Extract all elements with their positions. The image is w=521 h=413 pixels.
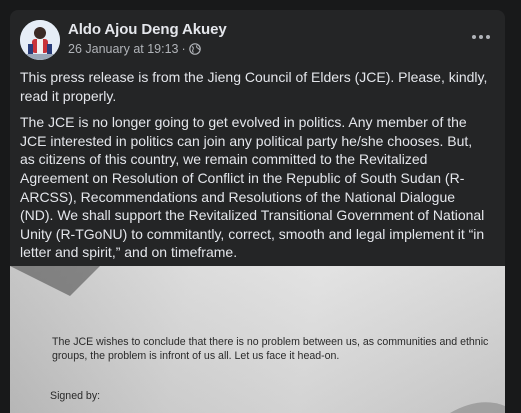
globe-icon (188, 43, 201, 55)
ellipsis-icon (472, 35, 490, 39)
more-options-button[interactable] (467, 26, 495, 48)
post-paragraph: The JCE is no longer going to get evolve… (20, 114, 485, 261)
document-signed-by: Signed by: (50, 390, 101, 402)
post-photo[interactable]: The JCE wishes to conclude that there is… (10, 266, 505, 413)
avatar[interactable] (20, 20, 60, 60)
post-text: This press release is from the Jieng Cou… (20, 68, 490, 270)
meta-separator: · (181, 42, 186, 56)
post-timestamp[interactable]: 26 January at 19:13 (68, 42, 179, 56)
post-meta: 26 January at 19:13 · (68, 41, 201, 57)
post-card: Aldo Ajou Deng Akuey 26 January at 19:13… (10, 10, 505, 413)
post-header: Aldo Ajou Deng Akuey 26 January at 19:13… (10, 10, 505, 66)
author-name[interactable]: Aldo Ajou Deng Akuey (68, 21, 227, 38)
post-paragraph: This press release is from the Jieng Cou… (20, 69, 488, 104)
document-text: The JCE wishes to conclude that there is… (52, 336, 489, 362)
